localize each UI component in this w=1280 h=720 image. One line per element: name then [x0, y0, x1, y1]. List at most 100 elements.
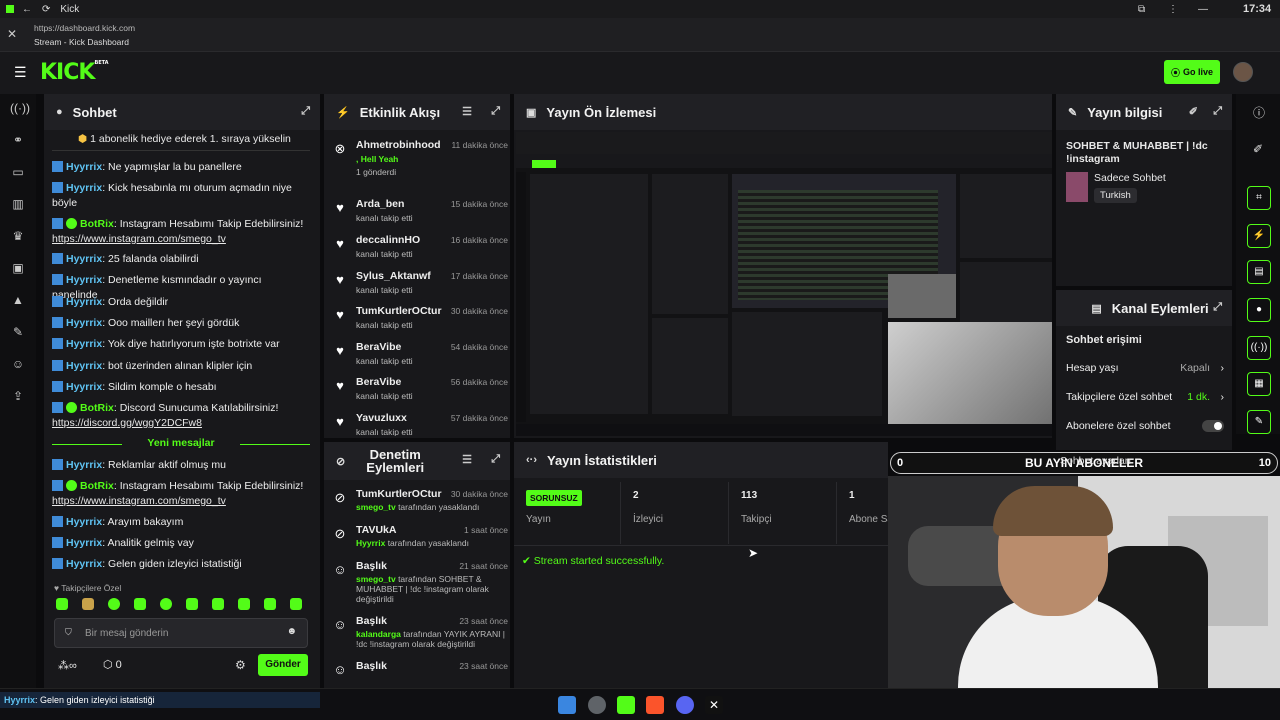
- brave-icon[interactable]: [646, 696, 664, 714]
- chat-link[interactable]: https://www.instagram.com/smego_tv: [52, 233, 226, 245]
- analytics-icon[interactable]: ▥: [10, 196, 26, 212]
- chat-username[interactable]: Hyyrrix: [66, 459, 102, 471]
- mod-actor[interactable]: smego_tv: [356, 574, 396, 584]
- chat-username[interactable]: BotRix: [80, 218, 114, 230]
- clip-icon[interactable]: ⌗: [1247, 186, 1271, 210]
- window-icon[interactable]: ▭: [10, 164, 26, 180]
- discord-icon[interactable]: [676, 696, 694, 714]
- bolt-icon[interactable]: ⚡: [1247, 224, 1271, 248]
- chat-input[interactable]: ⛉ Bir mesaj gönderin ☻: [54, 618, 308, 648]
- emote-icon[interactable]: [264, 598, 276, 610]
- activity-item: ⊗ Ahmetrobinhood 11 dakika önce , Hell Yeah…: [332, 139, 508, 177]
- reload-icon[interactable]: ⟳: [42, 4, 50, 15]
- x-app-icon[interactable]: ✕: [705, 696, 723, 714]
- document-icon[interactable]: ▤: [1247, 260, 1271, 284]
- preview-video[interactable]: [516, 132, 1052, 436]
- setting-row[interactable]: Hesap yaşı Kapalı ›: [1066, 362, 1224, 374]
- windows-start-icon[interactable]: [558, 696, 576, 714]
- activity-user[interactable]: Ahmetrobinhood: [356, 139, 441, 151]
- broadcast-icon[interactable]: ((·)): [1247, 336, 1271, 360]
- store-icon[interactable]: ▦: [1247, 372, 1271, 396]
- activity-user[interactable]: Sylus_Aktanwf: [356, 270, 431, 282]
- expand-icon[interactable]: ⤢: [491, 453, 500, 466]
- mod-target[interactable]: TumKurtlerOCtur: [356, 488, 442, 500]
- extensions-icon[interactable]: ⧉: [1138, 4, 1145, 15]
- activity-user[interactable]: deccalinnHO: [356, 234, 420, 246]
- settings-icon[interactable]: ⚙: [235, 658, 246, 672]
- expand-icon[interactable]: ⤢: [491, 105, 500, 118]
- send-button[interactable]: Gönder: [258, 654, 308, 676]
- emote-icon[interactable]: [108, 598, 120, 610]
- users-icon[interactable]: ☺: [10, 356, 26, 372]
- expand-icon[interactable]: ⤢: [1213, 301, 1222, 314]
- video-icon[interactable]: ▣: [10, 260, 26, 276]
- chat-username[interactable]: Hyyrrix: [66, 338, 102, 350]
- activity-user[interactable]: BeraVibe: [356, 376, 401, 388]
- wrench-icon[interactable]: ✎: [1247, 410, 1271, 434]
- chat-username[interactable]: Hyyrrix: [66, 381, 102, 393]
- stream-icon[interactable]: ((·)): [10, 100, 30, 116]
- chart-icon[interactable]: ▲: [10, 292, 26, 308]
- activity-user[interactable]: Yavuzluxx: [356, 412, 407, 424]
- filter-icon[interactable]: ☰: [462, 105, 472, 118]
- filter-icon[interactable]: ☰: [462, 453, 472, 466]
- emote-icon[interactable]: [160, 598, 172, 610]
- mod-actor[interactable]: kalandarga: [356, 629, 401, 639]
- menu-dots-icon[interactable]: ⋮: [1168, 4, 1178, 15]
- emote-icon[interactable]: [238, 598, 250, 610]
- close-icon[interactable]: ✕: [7, 27, 17, 41]
- emote-icon[interactable]: [134, 598, 146, 610]
- chat-message: Hyyrrix: Reklamlar aktif olmuş mu: [52, 458, 307, 473]
- activity-user[interactable]: BeraVibe: [356, 341, 401, 353]
- wrench-icon[interactable]: ✎: [10, 324, 26, 340]
- chat-username[interactable]: Hyyrrix: [66, 558, 102, 570]
- go-live-button[interactable]: ⦿ Go live: [1164, 60, 1220, 84]
- chat-username[interactable]: Hyyrrix: [66, 317, 102, 329]
- chat-link[interactable]: https://www.instagram.com/smego_tv: [52, 495, 226, 507]
- chat-username[interactable]: Hyyrrix: [66, 537, 102, 549]
- back-icon[interactable]: ←: [22, 4, 32, 15]
- chat-link[interactable]: https://discord.gg/wggY2DCFw8: [52, 417, 202, 429]
- ban-icon: ⊘: [334, 490, 346, 505]
- chat-username[interactable]: Hyyrrix: [66, 274, 102, 286]
- trophy-icon[interactable]: ♛: [10, 228, 26, 244]
- expand-icon[interactable]: ⤢: [1213, 105, 1222, 118]
- emote-icon[interactable]: [56, 598, 68, 610]
- setting-row[interactable]: Takipçilere özel sohbet 1 dk. ›: [1066, 391, 1224, 403]
- activity-user[interactable]: Arda_ben: [356, 198, 404, 210]
- chat-username[interactable]: Hyyrrix: [66, 516, 102, 528]
- avatar[interactable]: [1233, 62, 1253, 82]
- emote-icon[interactable]: [82, 598, 94, 610]
- category-name[interactable]: Sadece Sohbet: [1094, 172, 1166, 184]
- chat-username[interactable]: BotRix: [80, 480, 114, 492]
- chat-icon[interactable]: ●: [1247, 298, 1271, 322]
- kick-logo[interactable]: KICKBETA: [40, 60, 109, 85]
- chat-username[interactable]: Hyyrrix: [66, 182, 102, 194]
- chat-username[interactable]: BotRix: [80, 402, 114, 414]
- activity-user[interactable]: TumKurtlerOCtur: [356, 305, 442, 317]
- points-icon[interactable]: ⁂∞: [58, 659, 77, 672]
- upload-icon[interactable]: ⇪: [10, 388, 26, 404]
- edit-icon[interactable]: ✐: [1253, 142, 1263, 156]
- emote-icon[interactable]: [290, 598, 302, 610]
- minimize-icon[interactable]: —: [1198, 4, 1208, 15]
- chat-username[interactable]: Hyyrrix: [66, 296, 102, 308]
- chat-username[interactable]: Hyyrrix: [66, 360, 102, 372]
- edit-icon[interactable]: ✐: [1189, 105, 1198, 118]
- mod-actor[interactable]: smego_tv: [356, 502, 396, 512]
- chat-username[interactable]: Hyyrrix: [66, 161, 102, 173]
- emote-icon[interactable]: [212, 598, 224, 610]
- link-icon[interactable]: ⚭: [10, 132, 26, 148]
- hamburger-icon[interactable]: ☰: [14, 64, 27, 81]
- mod-actor[interactable]: Hyyrrix: [356, 538, 385, 548]
- toggle[interactable]: [1202, 420, 1224, 432]
- kick-taskbar-icon[interactable]: [617, 696, 635, 714]
- chat-username[interactable]: Hyyrrix: [66, 253, 102, 265]
- expand-icon[interactable]: ⤢: [301, 105, 310, 118]
- mod-target[interactable]: TAVUkA: [356, 524, 396, 536]
- emote-icon[interactable]: [186, 598, 198, 610]
- address-bar[interactable]: ✕ https://dashboard.kick.com Stream - Ki…: [0, 18, 1280, 52]
- obs-icon[interactable]: [588, 696, 606, 714]
- info-icon[interactable]: ⓘ: [1253, 104, 1265, 121]
- emoji-icon[interactable]: ☻: [286, 626, 297, 637]
